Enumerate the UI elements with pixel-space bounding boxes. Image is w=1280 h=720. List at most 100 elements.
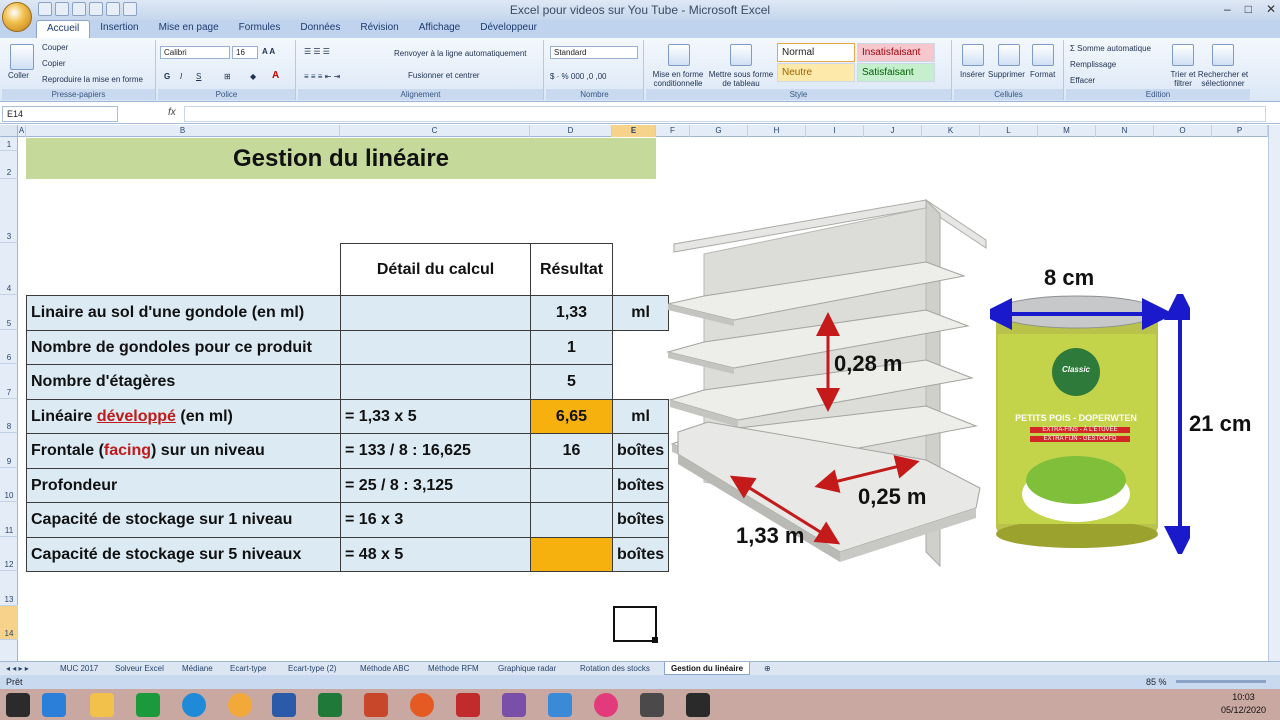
tab-nav-icon[interactable]: ◂ ◂ ▸ ▸ xyxy=(6,662,29,675)
fill-handle[interactable] xyxy=(652,637,658,643)
paste-button[interactable]: Coller xyxy=(8,71,29,80)
row-header-3[interactable]: 3 xyxy=(0,179,18,243)
col-header-h[interactable]: H xyxy=(748,125,806,137)
word-icon[interactable] xyxy=(272,693,296,717)
row-calc[interactable] xyxy=(340,364,531,400)
align-left-icon[interactable]: ≡ ≡ ≡ ⇤ ⇥ xyxy=(304,72,340,81)
sheet-title[interactable]: Gestion du linéaire xyxy=(26,138,656,179)
conditional-format-icon[interactable] xyxy=(668,44,690,66)
underline-icon[interactable]: S xyxy=(196,72,201,81)
row-unit[interactable]: boîtes xyxy=(611,502,670,538)
row-result[interactable] xyxy=(530,537,613,572)
row-unit[interactable]: boîtes xyxy=(611,537,670,572)
row-header-2[interactable]: 2 xyxy=(0,151,18,179)
header-unit-cell[interactable] xyxy=(613,244,669,296)
active-cell-e14[interactable] xyxy=(613,606,657,642)
row-label[interactable]: Nombre d'étagères xyxy=(26,364,341,400)
row-unit[interactable]: boîtes xyxy=(611,433,670,469)
bold-icon[interactable]: G xyxy=(164,72,170,81)
wrap-text-button[interactable]: Renvoyer à la ligne automatiquement xyxy=(394,49,527,58)
col-header-f[interactable]: F xyxy=(656,125,690,137)
row-label[interactable]: Linaire au sol d'une gondole (en ml) xyxy=(26,295,341,331)
col-header-i[interactable]: I xyxy=(806,125,864,137)
name-box[interactable]: E14 xyxy=(2,106,118,122)
row-label[interactable]: Nombre de gondoles pour ce produit xyxy=(26,330,341,365)
explorer-icon[interactable] xyxy=(90,693,114,717)
find-icon[interactable] xyxy=(1212,44,1234,66)
row-calc[interactable] xyxy=(340,295,531,331)
recorder-icon[interactable] xyxy=(640,693,664,717)
powerpoint-icon[interactable] xyxy=(364,693,388,717)
insert-icon[interactable] xyxy=(962,44,984,66)
formula-input[interactable] xyxy=(184,106,1266,122)
office-button[interactable] xyxy=(2,2,32,32)
delete-icon[interactable] xyxy=(998,44,1020,66)
vertical-scrollbar[interactable] xyxy=(1268,125,1280,661)
col-header-n[interactable]: N xyxy=(1096,125,1154,137)
header-blank-cell[interactable] xyxy=(27,244,341,296)
col-header-m[interactable]: M xyxy=(1038,125,1096,137)
col-header-o[interactable]: O xyxy=(1154,125,1212,137)
row-unit[interactable] xyxy=(613,331,669,365)
row-unit[interactable]: ml xyxy=(611,295,670,331)
row-header-11[interactable]: 11 xyxy=(0,502,18,537)
photos-icon[interactable] xyxy=(594,693,618,717)
row-label[interactable]: Capacité de stockage sur 5 niveaux xyxy=(26,537,341,572)
fx-icon[interactable]: fx xyxy=(168,107,176,118)
sheet-tab[interactable]: Méthode ABC xyxy=(360,662,409,675)
copy-button[interactable]: Copier xyxy=(42,59,66,68)
sheet-tab[interactable]: Ecart-type (2) xyxy=(288,662,336,675)
col-header-k[interactable]: K xyxy=(922,125,980,137)
sheet-tab[interactable]: MUC 2017 xyxy=(60,662,98,675)
skype-icon[interactable] xyxy=(182,693,206,717)
autosum-button[interactable]: Σ Somme automatique xyxy=(1070,44,1151,53)
row-result[interactable] xyxy=(530,468,613,503)
maximize-icon[interactable]: □ xyxy=(1245,2,1252,16)
paste-icon[interactable] xyxy=(10,44,34,70)
music-icon[interactable] xyxy=(502,693,526,717)
row-label[interactable]: Profondeur xyxy=(26,468,341,503)
row-result[interactable]: 1,33 xyxy=(530,295,613,331)
tab-developpeur[interactable]: Développeur xyxy=(470,20,547,38)
col-header-b[interactable]: B xyxy=(26,125,340,137)
row-header-8[interactable]: 8 xyxy=(0,399,18,433)
row-calc[interactable]: = 48 x 5 xyxy=(340,537,531,572)
col-header-a[interactable]: A xyxy=(18,125,26,137)
col-header-p[interactable]: P xyxy=(1212,125,1268,137)
row-unit[interactable]: ml xyxy=(611,399,670,434)
col-header-c[interactable]: C xyxy=(340,125,530,137)
row-header-14[interactable]: 14 xyxy=(0,606,18,640)
row-header-13[interactable]: 13 xyxy=(0,571,18,606)
video-icon[interactable] xyxy=(456,693,480,717)
row-header-5[interactable]: 5 xyxy=(0,295,18,330)
app-icon[interactable] xyxy=(228,693,252,717)
row-header-12[interactable]: 12 xyxy=(0,537,18,571)
row-header-6[interactable]: 6 xyxy=(0,330,18,364)
row-calc[interactable]: = 25 / 8 : 3,125 xyxy=(340,468,531,503)
paint-icon[interactable] xyxy=(548,693,572,717)
row-header-1[interactable]: 1 xyxy=(0,137,18,151)
row-calc[interactable]: = 133 / 8 : 16,625 xyxy=(340,433,531,469)
tab-donnees[interactable]: Données xyxy=(290,20,350,38)
row-header-4[interactable]: 4 xyxy=(0,243,18,295)
row-header-9[interactable]: 9 xyxy=(0,433,18,468)
system-clock[interactable]: 10:03 05/12/2020 xyxy=(1221,691,1266,717)
fill-button[interactable]: Remplissage xyxy=(1070,60,1116,69)
header-calc[interactable]: Détail du calcul xyxy=(340,243,531,296)
find-select-button[interactable]: Rechercher et sélectionner xyxy=(1196,70,1250,88)
format-painter-button[interactable]: Reproduire la mise en forme xyxy=(42,75,143,84)
store-icon[interactable] xyxy=(136,693,160,717)
format-button[interactable]: Format xyxy=(1030,70,1055,79)
sheet-tab[interactable]: Médiane xyxy=(182,662,213,675)
clear-button[interactable]: Effacer xyxy=(1070,76,1095,85)
style-neutral[interactable]: Neutre xyxy=(777,63,855,82)
row-result[interactable]: 1 xyxy=(530,330,613,365)
col-header-e[interactable]: E xyxy=(612,125,656,137)
tab-insertion[interactable]: Insertion xyxy=(90,20,148,38)
tab-formules[interactable]: Formules xyxy=(229,20,291,38)
row-result[interactable]: 16 xyxy=(530,433,613,469)
row-calc[interactable]: = 1,33 x 5 xyxy=(340,399,531,434)
insert-button[interactable]: Insérer xyxy=(960,70,985,79)
excel-icon[interactable] xyxy=(318,693,342,717)
tab-accueil[interactable]: Accueil xyxy=(36,20,91,38)
